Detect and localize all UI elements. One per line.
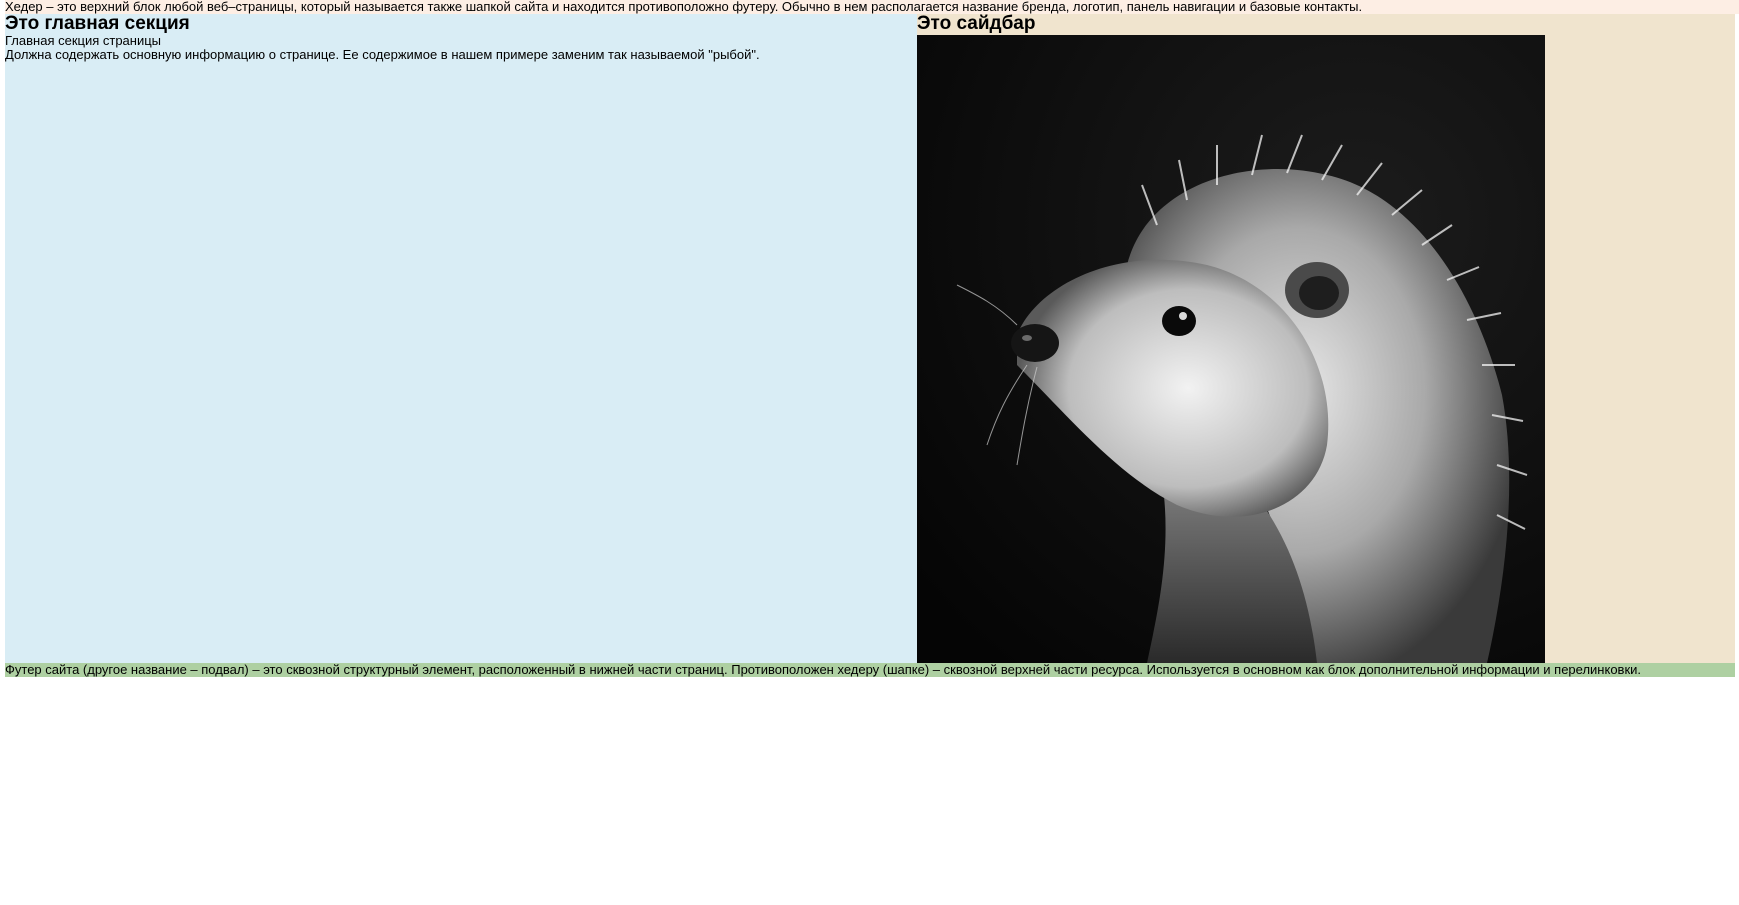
sidebar: Это сайдбар — [917, 14, 1735, 663]
main-section-title: Это главная секция — [5, 14, 190, 34]
main-section: Это главная секция Главная секция страни… — [5, 14, 917, 663]
page: Хедер – это верхний блок любой веб–стран… — [0, 0, 1739, 905]
header-text: Хедер – это верхний блок любой веб–стран… — [5, 0, 1363, 14]
page-footer: Футер сайта (другое название – подвал) –… — [5, 663, 1735, 677]
main-section-subtitle: Главная секция страницы — [5, 33, 162, 48]
main-section-description: Должна содержать основную информацию о с… — [5, 47, 760, 62]
sidebar-title: Это сайдбар — [917, 14, 1036, 34]
hedgehog-photo — [917, 35, 1545, 663]
footer-text: Футер сайта (другое название – подвал) –… — [5, 663, 1642, 677]
page-header: Хедер – это верхний блок любой веб–стран… — [5, 0, 1739, 14]
